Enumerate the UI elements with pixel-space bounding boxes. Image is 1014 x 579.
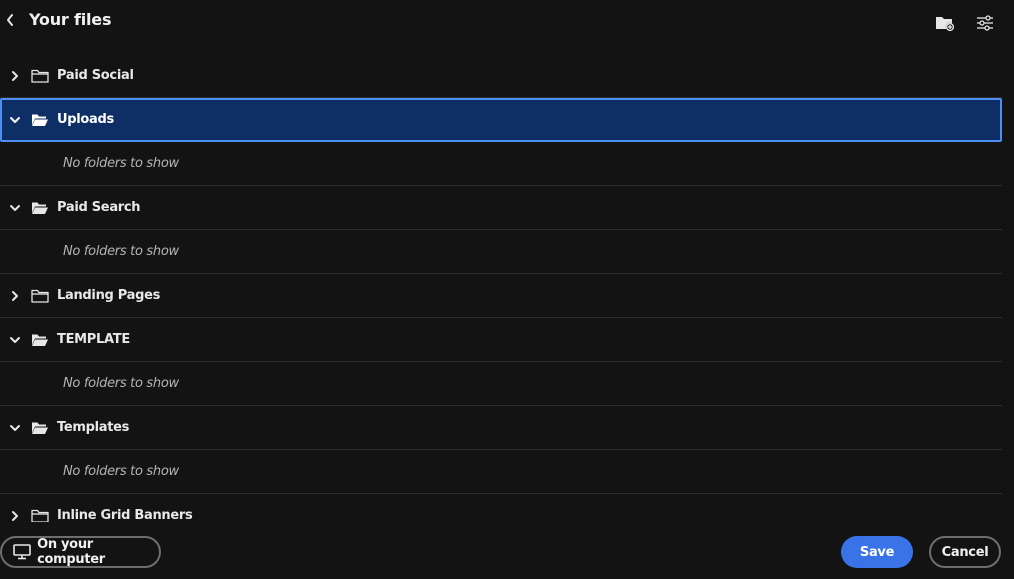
folder-open-icon [31,420,49,436]
empty-text: No folders to show [63,464,179,479]
folder-icon [31,508,49,522]
folder-icon [31,288,49,304]
monitor-icon [12,543,31,561]
chevron-down-icon[interactable] [7,112,23,128]
folder-label: Uploads [57,112,114,127]
empty-folder-message: No folders to show [0,230,1002,274]
folder-row-paid-social[interactable]: Paid Social [0,54,1002,98]
page-title: Your files [29,10,112,29]
folder-row-template[interactable]: TEMPLATE [0,318,1002,362]
on-your-computer-button[interactable]: On your computer [0,536,161,568]
folder-open-icon [31,200,49,216]
save-button[interactable]: Save [841,536,913,568]
empty-text: No folders to show [63,244,179,259]
empty-text: No folders to show [63,156,179,171]
empty-folder-message: No folders to show [0,362,1002,406]
folder-open-icon [31,112,49,128]
folder-label: TEMPLATE [57,332,130,347]
empty-folder-message: No folders to show [0,450,1002,494]
header: Your files [0,0,1014,44]
empty-folder-message: No folders to show [0,142,1002,186]
cancel-button[interactable]: Cancel [929,536,1001,568]
on-your-computer-label: On your computer [37,537,105,567]
empty-text: No folders to show [63,376,179,391]
chevron-right-icon[interactable] [7,508,23,522]
back-button[interactable] [2,10,18,30]
chevron-down-icon[interactable] [7,200,23,216]
chevron-right-icon[interactable] [7,68,23,84]
chevron-down-icon[interactable] [7,420,23,436]
folder-row-landing-pages[interactable]: Landing Pages [0,274,1002,318]
chevron-left-icon [7,14,13,26]
new-folder-button[interactable] [934,12,956,34]
new-folder-icon [936,17,955,32]
folder-label: Paid Search [57,200,141,215]
folder-label: Templates [57,420,130,435]
folder-row-uploads[interactable]: Uploads [0,98,1002,142]
folder-label: Landing Pages [57,288,161,303]
folder-row-inline-grid-banners[interactable]: Inline Grid Banners [0,494,1002,522]
folder-label: Inline Grid Banners [57,508,193,522]
folder-tree: Paid Social Uploads No folders to show P… [0,54,1002,522]
folder-row-paid-search[interactable]: Paid Search [0,186,1002,230]
folder-icon [31,68,49,84]
sliders-icon [977,15,993,31]
footer: On your computer Save Cancel [0,528,1014,579]
folder-label: Paid Social [57,68,134,83]
chevron-right-icon[interactable] [7,288,23,304]
folder-open-icon [31,332,49,348]
filter-button[interactable] [974,12,996,34]
folder-row-templates[interactable]: Templates [0,406,1002,450]
chevron-down-icon[interactable] [7,332,23,348]
